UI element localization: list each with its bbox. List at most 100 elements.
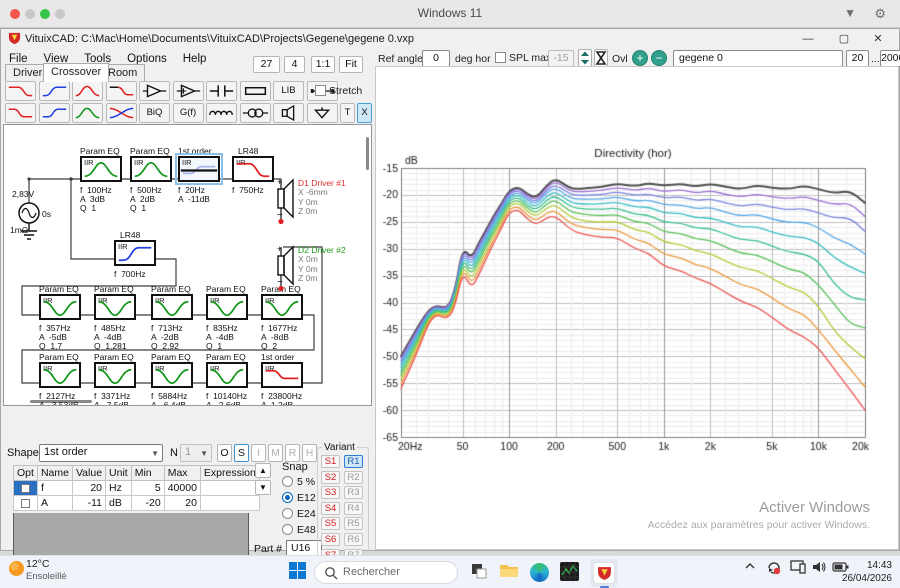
n-combobox[interactable]: 1▼ — [180, 444, 212, 462]
shape-mode-r-button[interactable]: R — [285, 444, 300, 462]
tray-chevron-icon[interactable] — [744, 560, 756, 575]
transformer-icon-button[interactable] — [240, 103, 271, 123]
cell-min[interactable]: -20 — [131, 496, 164, 511]
variant-s2-button[interactable]: S2 — [321, 471, 340, 484]
search-input[interactable]: Rechercher — [314, 561, 458, 584]
file-explorer-button[interactable] — [498, 562, 520, 584]
freq-max-input[interactable]: 20000 — [880, 50, 900, 67]
cell-unit[interactable]: Hz — [106, 481, 132, 496]
zoom-fit-button[interactable]: Fit — [339, 56, 363, 73]
driver-symbol-2[interactable]: +− — [276, 241, 296, 298]
shelf-up-blue-icon-button[interactable] — [39, 103, 70, 123]
move-down-button[interactable]: ▼ — [255, 480, 271, 495]
cell-max[interactable]: 40000 — [164, 481, 200, 496]
sync-notification-icon[interactable] — [766, 560, 782, 579]
crossed-icon-button[interactable] — [106, 103, 137, 123]
cell-name[interactable]: A — [37, 496, 72, 511]
cell-value[interactable]: 20 — [72, 481, 105, 496]
cell-max[interactable]: 20 — [164, 496, 200, 511]
cell-expression[interactable] — [200, 481, 259, 496]
schematic-block-3[interactable]: IIR — [232, 156, 274, 182]
driver-symbol-1[interactable]: +− — [276, 174, 296, 231]
schematic-canvas[interactable]: 2,83V 0s 1mΩ Param EQIIRf 100Hz A 3dB Q … — [3, 124, 372, 406]
schematic-block-11[interactable]: IIR — [94, 362, 136, 388]
schematic-block-13[interactable]: IIR — [206, 362, 248, 388]
start-button[interactable] — [286, 562, 308, 584]
clock[interactable]: 14:43 26/04/2026 — [842, 559, 892, 585]
scale-updown-button[interactable] — [578, 49, 592, 67]
schematic-block-5[interactable]: IIR — [39, 294, 81, 320]
edge-browser-button[interactable] — [528, 562, 550, 584]
volume-icon[interactable] — [812, 560, 827, 577]
autoscale-button[interactable] — [594, 49, 608, 67]
cell-min[interactable]: 5 — [131, 481, 164, 496]
buffer-amp-icon-button[interactable] — [139, 81, 170, 101]
spl-max-checkbox-box[interactable] — [495, 52, 506, 63]
variant-r2-button[interactable]: R2 — [344, 471, 363, 484]
variant-r3-button[interactable]: R3 — [344, 486, 363, 499]
gf-button[interactable]: G(f) — [173, 103, 204, 123]
gain-amp-icon-button[interactable] — [173, 81, 204, 101]
ground-icon-button[interactable] — [307, 103, 338, 123]
cell-value[interactable]: -11 — [72, 496, 105, 511]
freq-min-input[interactable]: 20 — [846, 50, 869, 67]
display-cast-icon[interactable] — [790, 560, 806, 577]
grid-cols-button[interactable]: 27 — [253, 56, 280, 73]
shelf-black-red-icon-button[interactable] — [106, 81, 137, 101]
overlay-add-button[interactable]: + — [632, 50, 648, 66]
bell-green-icon-button[interactable] — [72, 103, 103, 123]
stretch-checkbox-box[interactable] — [315, 85, 326, 96]
variant-s6-button[interactable]: S6 — [321, 533, 340, 546]
variant-r4-button[interactable]: R4 — [344, 502, 363, 515]
shape-mode-i-button[interactable]: I — [251, 444, 266, 462]
opt-checkbox-cell[interactable] — [14, 496, 38, 511]
cell-expression[interactable] — [200, 496, 259, 511]
schematic-block-12[interactable]: IIR — [151, 362, 193, 388]
snap-radio-e24[interactable]: E24 — [282, 508, 316, 520]
schematic-block-8[interactable]: IIR — [206, 294, 248, 320]
schematic-block-2[interactable]: IIR — [178, 156, 220, 182]
variant-s1-button[interactable]: S1 — [321, 455, 340, 468]
lowpass-red-icon-button[interactable] — [5, 81, 36, 101]
shape-mode-s-button[interactable]: S — [234, 444, 249, 462]
opt-checkbox-cell[interactable] — [14, 481, 38, 496]
shelf-down-red-icon-button[interactable] — [5, 103, 36, 123]
snap-radio-e12[interactable]: E12 — [282, 492, 316, 504]
move-up-button[interactable]: ▲ — [255, 463, 271, 478]
schematic-block-14[interactable]: IIR — [261, 362, 303, 388]
overlay-name-input[interactable]: gegene 0 — [673, 50, 843, 67]
grid-rows-button[interactable]: 4 — [284, 56, 305, 73]
measurement-app-button[interactable] — [558, 562, 580, 584]
schematic-block-0[interactable]: IIR — [80, 156, 122, 182]
biq-button[interactable]: BiQ — [139, 103, 170, 123]
zoom-1to1-button[interactable]: 1:1 — [311, 56, 335, 73]
tab-crossover[interactable]: Crossover — [43, 63, 109, 82]
menu-help[interactable]: Help — [175, 51, 215, 67]
snap-radio-e48[interactable]: E48 — [282, 524, 316, 536]
variant-r6-button[interactable]: R6 — [344, 533, 363, 546]
overlay-remove-button[interactable]: − — [651, 50, 667, 66]
vm-settings-gear-icon[interactable]: ⚙ — [874, 6, 886, 22]
schematic-block-10[interactable]: IIR — [39, 362, 81, 388]
spl-max-input[interactable]: -15 — [548, 50, 574, 67]
variant-s5-button[interactable]: S5 — [321, 517, 340, 530]
schematic-block-7[interactable]: IIR — [151, 294, 193, 320]
ref-angle-input[interactable]: 0 — [422, 50, 450, 67]
highpass-blue-icon-button[interactable] — [39, 81, 70, 101]
spl-max-checkbox[interactable]: SPL max — [495, 52, 551, 64]
shape-combobox[interactable]: 1st order▼ — [39, 444, 163, 462]
vm-dropdown-icon[interactable]: ▼ — [844, 6, 856, 20]
table-row[interactable]: A-11dB-2020 — [14, 496, 260, 511]
vituixcad-taskbar-button[interactable] — [593, 562, 615, 584]
shape-mode-m-button[interactable]: M — [268, 444, 283, 462]
cell-name[interactable]: f — [37, 481, 72, 496]
schematic-block-1[interactable]: IIR — [130, 156, 172, 182]
stretch-checkbox[interactable]: Stretch — [315, 85, 362, 97]
snap-radio-5[interactable]: 5 % — [282, 476, 315, 488]
capacitor-icon-button[interactable] — [206, 81, 237, 101]
x-button[interactable]: X — [357, 103, 372, 123]
variant-s3-button[interactable]: S3 — [321, 486, 340, 499]
variant-r1-button[interactable]: R1 — [344, 455, 363, 468]
parameter-table[interactable]: OptNameValueUnitMinMaxExpressionf20Hz540… — [13, 465, 260, 511]
inductor-icon-button[interactable] — [206, 103, 237, 123]
